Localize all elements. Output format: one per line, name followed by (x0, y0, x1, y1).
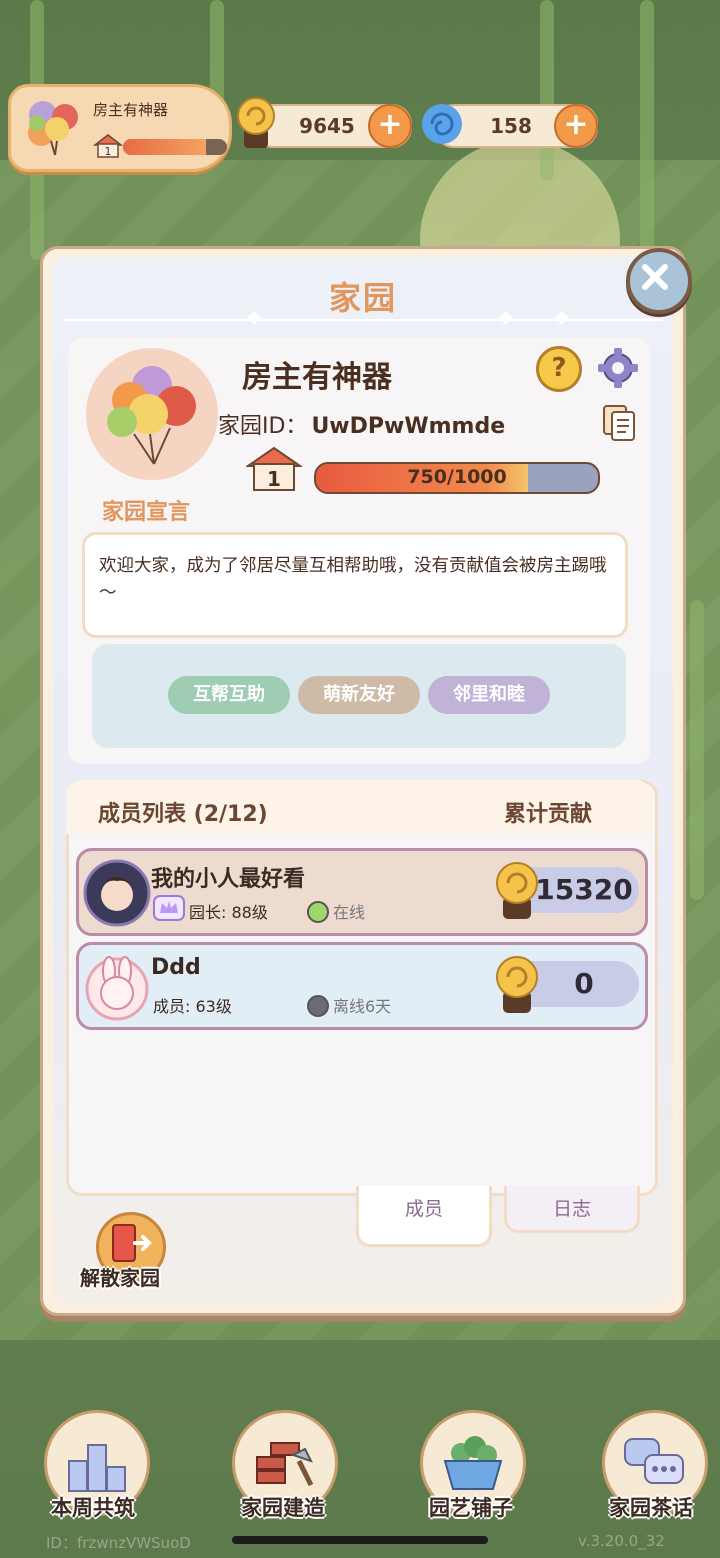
member-contribution: 15320 (535, 873, 633, 906)
app-version: v.3.20.0_32 (578, 1532, 665, 1550)
willow-leaves (690, 600, 704, 900)
offline-status-dot (307, 995, 329, 1017)
balloon-avatar-icon (107, 366, 196, 465)
member-avatar (83, 859, 151, 927)
declaration-label: 家园宣言 (102, 500, 191, 525)
member-row[interactable]: 我的小人最好看 园长: 88级 在线 15320 (76, 848, 648, 936)
bricks-icon (256, 1442, 314, 1487)
modal-title: 家园 (328, 279, 397, 317)
tag-chip: 萌新友好 (298, 676, 420, 714)
contribution-title: 累计贡献 (504, 802, 593, 827)
tab-members[interactable]: 成员 (356, 1186, 492, 1247)
home-level-icon: 1 (246, 446, 302, 491)
dismiss-home-label[interactable]: 解散家园 (80, 1262, 160, 1291)
home-owner-name: 房主有神器 (242, 360, 392, 395)
member-role: 园长: 88级 (189, 903, 268, 922)
willow-leaves (640, 0, 654, 260)
tag-chip: 互帮互助 (168, 676, 290, 714)
tag-chip: 邻里和睦 (428, 676, 550, 714)
member-status: 在线 (333, 903, 366, 922)
home-level-progress (123, 139, 227, 155)
plant-shop-icon (443, 1436, 503, 1490)
declaration-box[interactable]: 欢迎大家，成为了邻居尽量互相帮助哦，没有贡献值会被房主踢哦～ (82, 532, 628, 638)
podium-icon (68, 1444, 126, 1492)
member-status: 离线6天 (333, 997, 392, 1016)
swirl-gem-icon (422, 104, 462, 144)
declaration-text: 欢迎大家，成为了邻居尽量互相帮助哦，没有贡献值会被房主踢哦～ (99, 556, 607, 603)
member-row[interactable]: Ddd 成员: 63级 离线6天 0 (76, 942, 648, 1030)
add-gems-button[interactable]: + (554, 104, 598, 148)
home-exp-bar: 750/1000 (314, 462, 600, 494)
help-button[interactable]: ? (536, 346, 582, 392)
home-indicator[interactable] (232, 1536, 488, 1544)
home-level-value: 1 (267, 467, 281, 491)
nav-garden-shop-label: 园艺铺子 (429, 1496, 513, 1520)
home-exp-text: 750/1000 (407, 466, 507, 488)
level-house-icon: 1 (93, 134, 123, 158)
home-id-value: UwDPwWmmde (311, 414, 506, 439)
willow-leaves (540, 0, 554, 180)
home-id-row: 家园ID： UwDPwWmmde (218, 408, 505, 440)
help-icon: ? (551, 353, 567, 383)
member-name: 我的小人最好看 (151, 867, 306, 892)
crown-icon (153, 895, 185, 921)
nav-home-build-label: 家园建造 (241, 1496, 325, 1520)
chat-icon (624, 1438, 684, 1484)
add-coins-button[interactable]: + (368, 104, 412, 148)
home-id-label: 家园ID： (218, 414, 308, 439)
online-status-dot (307, 901, 329, 923)
home-level-number: 1 (105, 145, 112, 158)
coin-value: 9645 (299, 114, 355, 138)
player-id: ID：frzwnzVWSuoD (46, 1534, 191, 1552)
title-divider (63, 310, 663, 326)
close-icon (642, 264, 668, 290)
nav-weekly-build-label: 本周共筑 (51, 1496, 135, 1520)
close-button[interactable] (626, 248, 692, 314)
home-name: 房主有神器 (93, 101, 169, 119)
home-avatar (86, 348, 218, 480)
home-info-chip[interactable]: 房主有神器 1 (8, 84, 232, 172)
member-name: Ddd (151, 955, 201, 980)
gem-value: 158 (490, 114, 532, 138)
member-contribution: 0 (574, 967, 594, 1000)
members-title: 成员列表 (2/12) (98, 802, 268, 827)
snail-coin-icon (237, 97, 275, 148)
balloon-icon (28, 101, 78, 156)
gear-icon[interactable] (596, 346, 640, 390)
copy-icon[interactable] (602, 404, 636, 442)
nav-home-chat-label: 家园茶话 (609, 1496, 693, 1520)
member-avatar (85, 956, 149, 1021)
tab-log[interactable]: 日志 (504, 1186, 640, 1233)
member-role: 成员: 63级 (153, 997, 232, 1016)
